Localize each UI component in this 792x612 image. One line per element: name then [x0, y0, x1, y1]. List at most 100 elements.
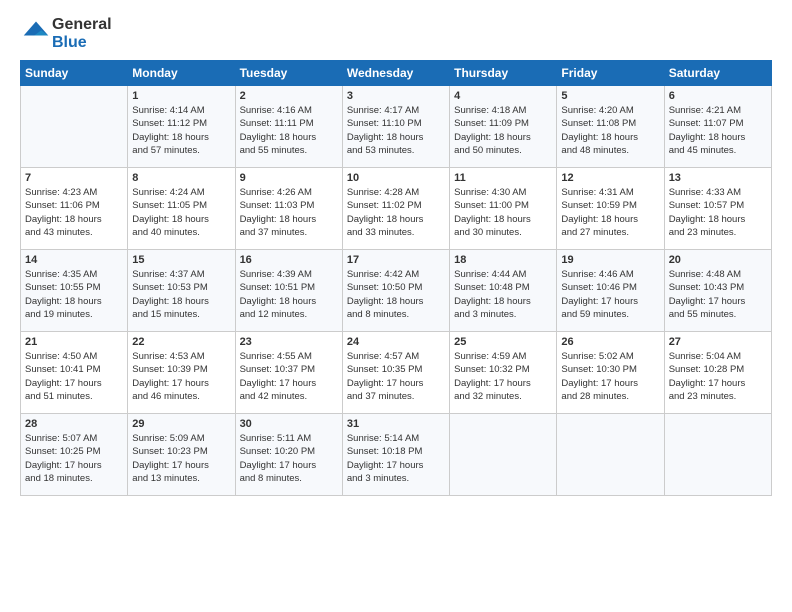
- cell-w5-d2: 29Sunrise: 5:09 AMSunset: 10:23 PMDaylig…: [128, 414, 235, 496]
- day-number: 2: [240, 90, 338, 102]
- cell-content: Sunrise: 4:17 AMSunset: 11:10 PMDaylight…: [347, 104, 445, 157]
- cell-w3-d6: 19 Sunrise: 4:46 AMSunset: 10:46 PMDaylig…: [557, 250, 664, 332]
- cell-content: Sunrise: 4:30 AMSunset: 11:00 PMDaylight…: [454, 186, 552, 239]
- cell-w1-d6: 5 Sunrise: 4:20 AMSunset: 11:08 PMDayligh…: [557, 86, 664, 168]
- cell-content: Sunrise: 4:23 AMSunset: 11:06 PMDaylight…: [25, 186, 123, 239]
- cell-w1-d1: [21, 86, 128, 168]
- day-number: 19: [561, 254, 659, 266]
- cell-content: Sunrise: 4:39 AMSunset: 10:51 PMDaylight…: [240, 268, 338, 321]
- day-number: 29: [132, 418, 230, 430]
- cell-w1-d2: 1 Sunrise: 4:14 AMSunset: 11:12 PMDayligh…: [128, 86, 235, 168]
- logo: General Blue: [20, 16, 112, 52]
- day-number: 24: [347, 336, 445, 348]
- cell-content: Sunrise: 4:55 AMSunset: 10:37 PMDaylight…: [240, 350, 338, 403]
- cell-content: Sunrise: 4:37 AMSunset: 10:53 PMDaylight…: [132, 268, 230, 321]
- cell-w3-d2: 15 Sunrise: 4:37 AMSunset: 10:53 PMDaylig…: [128, 250, 235, 332]
- day-number: 26: [561, 336, 659, 348]
- col-header-sunday: Sunday: [21, 61, 128, 86]
- cell-w3-d5: 18 Sunrise: 4:44 AMSunset: 10:48 PMDaylig…: [450, 250, 557, 332]
- cell-content: Sunrise: 4:59 AMSunset: 10:32 PMDaylight…: [454, 350, 552, 403]
- day-number: 8: [132, 172, 230, 184]
- cell-content: Sunrise: 4:50 AMSunset: 10:41 PMDaylight…: [25, 350, 123, 403]
- cell-w5-d3: 30 Sunrise: 5:11 AMSunset: 10:20 PMDaylig…: [235, 414, 342, 496]
- calendar-table: SundayMondayTuesdayWednesdayThursdayFrid…: [20, 60, 772, 496]
- day-number: 1: [132, 90, 230, 102]
- cell-w2-d1: 7 Sunrise: 4:23 AMSunset: 11:06 PMDayligh…: [21, 168, 128, 250]
- cell-w4-d4: 24Sunrise: 4:57 AMSunset: 10:35 PMDaylig…: [342, 332, 449, 414]
- day-number: 20: [669, 254, 767, 266]
- day-number: 22: [132, 336, 230, 348]
- cell-w3-d4: 17Sunrise: 4:42 AMSunset: 10:50 PMDaylig…: [342, 250, 449, 332]
- cell-content: Sunrise: 4:21 AMSunset: 11:07 PMDaylight…: [669, 104, 767, 157]
- day-number: 23: [240, 336, 338, 348]
- cell-w3-d1: 14 Sunrise: 4:35 AMSunset: 10:55 PMDaylig…: [21, 250, 128, 332]
- day-number: 30: [240, 418, 338, 430]
- day-number: 15: [132, 254, 230, 266]
- header-row: SundayMondayTuesdayWednesdayThursdayFrid…: [21, 61, 772, 86]
- day-number: 10: [347, 172, 445, 184]
- week-row-1: 1 Sunrise: 4:14 AMSunset: 11:12 PMDayligh…: [21, 86, 772, 168]
- day-number: 28: [25, 418, 123, 430]
- cell-w2-d4: 10 Sunrise: 4:28 AMSunset: 11:02 PMDaylig…: [342, 168, 449, 250]
- cell-content: Sunrise: 4:46 AMSunset: 10:46 PMDaylight…: [561, 268, 659, 321]
- cell-w2-d3: 9 Sunrise: 4:26 AMSunset: 11:03 PMDayligh…: [235, 168, 342, 250]
- cell-w5-d7: [664, 414, 771, 496]
- cell-content: Sunrise: 4:26 AMSunset: 11:03 PMDaylight…: [240, 186, 338, 239]
- cell-content: Sunrise: 4:14 AMSunset: 11:12 PMDaylight…: [132, 104, 230, 157]
- day-number: 18: [454, 254, 552, 266]
- cell-content: Sunrise: 4:35 AMSunset: 10:55 PMDaylight…: [25, 268, 123, 321]
- cell-content: Sunrise: 5:07 AMSunset: 10:25 PMDaylight…: [25, 432, 123, 485]
- cell-content: Sunrise: 5:02 AMSunset: 10:30 PMDaylight…: [561, 350, 659, 403]
- day-number: 17: [347, 254, 445, 266]
- cell-w1-d7: 6 Sunrise: 4:21 AMSunset: 11:07 PMDayligh…: [664, 86, 771, 168]
- cell-content: Sunrise: 4:44 AMSunset: 10:48 PMDaylight…: [454, 268, 552, 321]
- day-number: 3: [347, 90, 445, 102]
- cell-w4-d3: 23 Sunrise: 4:55 AMSunset: 10:37 PMDaylig…: [235, 332, 342, 414]
- week-row-4: 21 Sunrise: 4:50 AMSunset: 10:41 PMDaylig…: [21, 332, 772, 414]
- cell-content: Sunrise: 4:53 AMSunset: 10:39 PMDaylight…: [132, 350, 230, 403]
- day-number: 21: [25, 336, 123, 348]
- cell-w4-d7: 27 Sunrise: 5:04 AMSunset: 10:28 PMDaylig…: [664, 332, 771, 414]
- cell-content: Sunrise: 5:14 AMSunset: 10:18 PMDaylight…: [347, 432, 445, 485]
- day-number: 11: [454, 172, 552, 184]
- cell-content: Sunrise: 4:24 AMSunset: 11:05 PMDaylight…: [132, 186, 230, 239]
- cell-w5-d5: [450, 414, 557, 496]
- cell-w2-d5: 11 Sunrise: 4:30 AMSunset: 11:00 PMDaylig…: [450, 168, 557, 250]
- cell-content: Sunrise: 4:28 AMSunset: 11:02 PMDaylight…: [347, 186, 445, 239]
- cell-content: Sunrise: 5:04 AMSunset: 10:28 PMDaylight…: [669, 350, 767, 403]
- day-number: 16: [240, 254, 338, 266]
- cell-content: Sunrise: 5:11 AMSunset: 10:20 PMDaylight…: [240, 432, 338, 485]
- col-header-friday: Friday: [557, 61, 664, 86]
- week-row-3: 14 Sunrise: 4:35 AMSunset: 10:55 PMDaylig…: [21, 250, 772, 332]
- cell-content: Sunrise: 4:18 AMSunset: 11:09 PMDaylight…: [454, 104, 552, 157]
- cell-w5-d6: [557, 414, 664, 496]
- day-number: 7: [25, 172, 123, 184]
- header: General Blue: [20, 16, 772, 52]
- cell-w4-d2: 22 Sunrise: 4:53 AMSunset: 10:39 PMDaylig…: [128, 332, 235, 414]
- day-number: 31: [347, 418, 445, 430]
- week-row-5: 28 Sunrise: 5:07 AMSunset: 10:25 PMDaylig…: [21, 414, 772, 496]
- day-number: 14: [25, 254, 123, 266]
- logo-icon: [22, 18, 50, 46]
- cell-w4-d5: 25Sunrise: 4:59 AMSunset: 10:32 PMDaylig…: [450, 332, 557, 414]
- logo-general: General: [52, 16, 112, 34]
- col-header-tuesday: Tuesday: [235, 61, 342, 86]
- cell-w3-d3: 16 Sunrise: 4:39 AMSunset: 10:51 PMDaylig…: [235, 250, 342, 332]
- day-number: 27: [669, 336, 767, 348]
- day-number: 5: [561, 90, 659, 102]
- cell-w2-d6: 12Sunrise: 4:31 AMSunset: 10:59 PMDaylig…: [557, 168, 664, 250]
- day-number: 13: [669, 172, 767, 184]
- cell-w5-d4: 31 Sunrise: 5:14 AMSunset: 10:18 PMDaylig…: [342, 414, 449, 496]
- day-number: 12: [561, 172, 659, 184]
- cell-content: Sunrise: 4:20 AMSunset: 11:08 PMDaylight…: [561, 104, 659, 157]
- day-number: 9: [240, 172, 338, 184]
- cell-content: Sunrise: 4:48 AMSunset: 10:43 PMDaylight…: [669, 268, 767, 321]
- logo-blue: Blue: [52, 34, 112, 52]
- cell-w1-d5: 4 Sunrise: 4:18 AMSunset: 11:09 PMDayligh…: [450, 86, 557, 168]
- cell-w3-d7: 20 Sunrise: 4:48 AMSunset: 10:43 PMDaylig…: [664, 250, 771, 332]
- col-header-thursday: Thursday: [450, 61, 557, 86]
- day-number: 6: [669, 90, 767, 102]
- day-number: 4: [454, 90, 552, 102]
- cell-w5-d1: 28 Sunrise: 5:07 AMSunset: 10:25 PMDaylig…: [21, 414, 128, 496]
- cell-w2-d2: 8 Sunrise: 4:24 AMSunset: 11:05 PMDayligh…: [128, 168, 235, 250]
